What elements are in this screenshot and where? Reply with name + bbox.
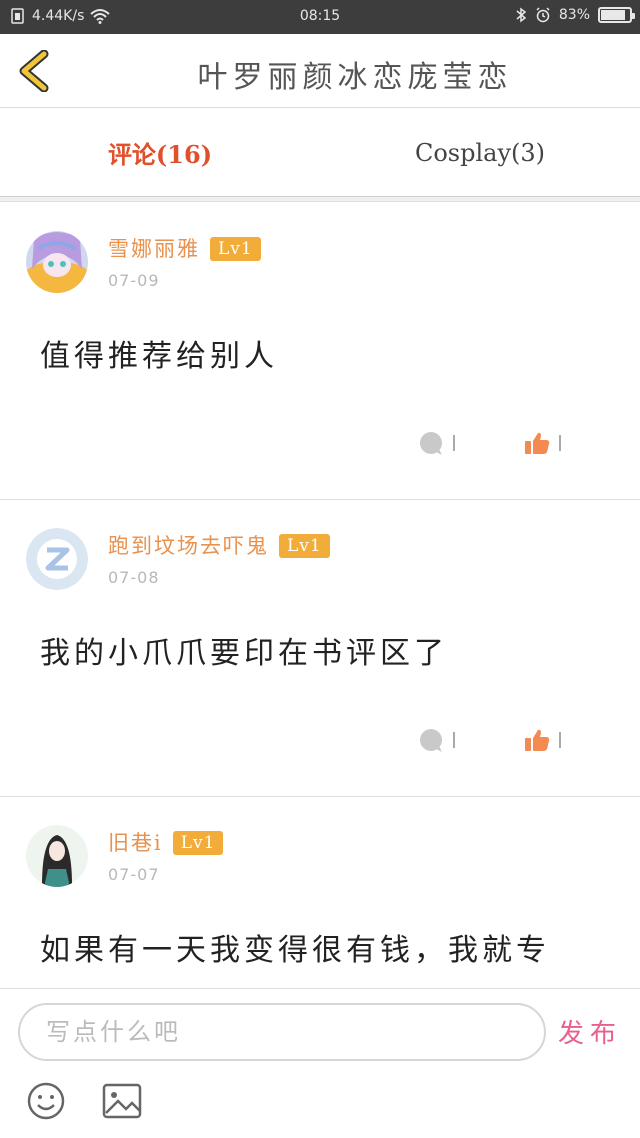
status-bar: 4.44K/s 08:15 83% bbox=[0, 0, 640, 34]
thumbs-up-icon bbox=[525, 432, 550, 454]
image-icon bbox=[102, 1083, 142, 1119]
count-separator-icon bbox=[559, 732, 561, 748]
avatar[interactable] bbox=[26, 231, 88, 293]
comment-date: 07-08 bbox=[108, 568, 160, 587]
comment-actions bbox=[418, 431, 570, 455]
page-title: 叶罗丽颜冰恋庞莹恋 bbox=[197, 60, 513, 95]
comment-item: 跑到坟场去吓鬼 Lv1 07-08 我的小爪爪要印在书评区了 bbox=[0, 500, 640, 797]
image-button[interactable] bbox=[102, 1083, 142, 1119]
comment-username[interactable]: 跑到坟场去吓鬼 Lv1 bbox=[108, 530, 330, 560]
like-button[interactable] bbox=[524, 728, 570, 752]
emoji-button[interactable] bbox=[26, 1081, 66, 1121]
level-badge: Lv1 bbox=[279, 534, 330, 558]
tab-bar: 评论(16) Cosplay(3) bbox=[0, 109, 640, 197]
divider bbox=[0, 197, 640, 202]
avatar[interactable] bbox=[26, 825, 88, 887]
comment-composer: 发布 bbox=[0, 988, 640, 1138]
level-badge: Lv1 bbox=[172, 831, 224, 855]
like-button[interactable] bbox=[524, 431, 570, 455]
comment-bubble-icon bbox=[420, 432, 442, 455]
back-button[interactable] bbox=[14, 49, 54, 93]
comment-item: 旧巷i Lv1 07-07 如果有一天我变得很有钱，我就专 bbox=[0, 797, 640, 988]
smiley-icon bbox=[27, 1082, 65, 1120]
tab-comments[interactable]: 评论(16) bbox=[0, 109, 320, 196]
thumbs-up-icon bbox=[525, 729, 550, 751]
comment-bubble-icon bbox=[420, 729, 442, 752]
comment-content: 如果有一天我变得很有钱，我就专 bbox=[40, 933, 550, 968]
comment-username[interactable]: 雪娜丽雅 Lv1 bbox=[108, 233, 261, 263]
send-button[interactable]: 发布 bbox=[558, 1013, 622, 1050]
comment-actions bbox=[418, 728, 570, 752]
comment-date: 07-09 bbox=[108, 271, 160, 290]
count-separator-icon bbox=[453, 435, 455, 451]
comment-item: 雪娜丽雅 Lv1 07-09 值得推荐给别人 bbox=[0, 203, 640, 500]
comment-input-wrapper bbox=[18, 1003, 546, 1061]
battery-icon bbox=[598, 7, 635, 23]
count-separator-icon bbox=[559, 435, 561, 451]
count-separator-icon bbox=[453, 732, 455, 748]
tab-cosplay[interactable]: Cosplay(3) bbox=[320, 109, 640, 196]
comment-content: 值得推荐给别人 bbox=[40, 339, 278, 374]
comment-input[interactable] bbox=[46, 1013, 526, 1051]
battery-percent: 83% bbox=[558, 7, 590, 23]
comment-username[interactable]: 旧巷i Lv1 bbox=[108, 827, 224, 857]
chevron-left-icon bbox=[19, 49, 49, 93]
avatar[interactable] bbox=[26, 528, 88, 590]
top-navigation-bar: 叶罗丽颜冰恋庞莹恋 bbox=[0, 34, 640, 108]
level-badge: Lv1 bbox=[210, 237, 261, 261]
alarm-icon bbox=[536, 7, 550, 23]
bluetooth-icon bbox=[516, 7, 527, 23]
comment-content: 我的小爪爪要印在书评区了 bbox=[40, 636, 448, 671]
comment-date: 07-07 bbox=[108, 865, 160, 884]
reply-button[interactable] bbox=[418, 728, 464, 752]
reply-button[interactable] bbox=[418, 431, 464, 455]
